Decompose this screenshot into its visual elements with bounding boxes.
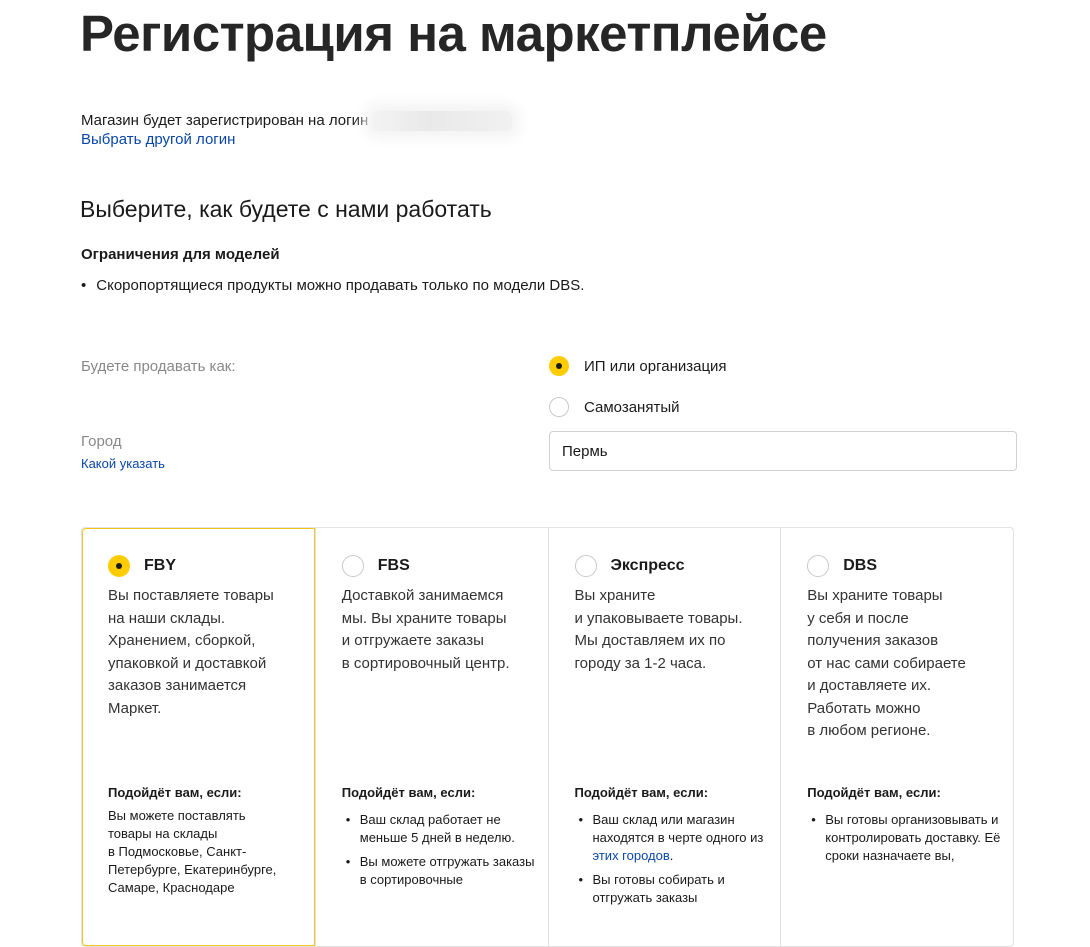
fit-title: Подойдёт вам, если:	[341, 785, 476, 800]
fit-item: Вы можете отгружать заказы в сортировочн…	[342, 853, 542, 889]
radio-empty-icon[interactable]	[341, 555, 364, 577]
radio-selected-icon[interactable]	[549, 356, 569, 376]
fit-list: Ваш склад работает не меньше 5 дней в не…	[342, 811, 542, 895]
card-header: Экспресс	[574, 555, 685, 577]
desc-line: упаковкой и доставкой	[108, 654, 267, 672]
fit-line: в Подмосковье, Санкт-	[108, 844, 247, 859]
card-header: FBY	[108, 555, 176, 577]
desc-line: Вы храните товары	[807, 587, 943, 604]
desc-line: получения заказов	[807, 632, 939, 649]
card-description: Вы храните товары у себя и после получен…	[807, 585, 1007, 743]
desc-line: в любом регионе.	[807, 722, 931, 739]
fit-list: Вы готовы организовывать и контролироват…	[807, 811, 1007, 871]
desc-line: Работать можно	[807, 699, 921, 717]
seller-option-company[interactable]: ИП или организация	[549, 356, 727, 376]
model-card-fbs[interactable]: FBS Доставкой занимаемся мы. Вы храните …	[314, 528, 548, 946]
fit-title: Подойдёт вам, если:	[807, 785, 941, 800]
page-title: Регистрация на маркетплейсе	[80, 5, 827, 62]
card-description: Вы поставляете товары на наши склады. Хр…	[108, 585, 308, 720]
fit-text: Вы можете поставлять товары на склады в …	[108, 807, 303, 897]
fit-line: Вы можете поставлять	[108, 808, 246, 823]
desc-line: Хранением, сборкой,	[108, 632, 256, 649]
cities-link[interactable]: этих городов	[593, 848, 670, 863]
model-card-express[interactable]: Экспресс Вы храните и упаковываете товар…	[547, 528, 781, 946]
city-label: Город	[81, 433, 122, 450]
desc-line: и доставляете их.	[807, 677, 932, 694]
fit-line: Самаре, Краснодаре	[108, 880, 235, 895]
fit-title: Подойдёт вам, если:	[108, 785, 242, 800]
card-model-name: Экспресс	[610, 557, 685, 574]
fit-list: Ваш склад или магазин находятся в черте …	[575, 811, 775, 913]
card-description: Вы храните и упаковываете товары. Мы дос…	[575, 585, 775, 675]
desc-line: городу за 1-2 часа.	[574, 654, 707, 672]
login-text: Магазин будет зарегистрирован на логин	[81, 111, 369, 129]
desc-line: на наши склады.	[108, 609, 226, 627]
fit-item: Ваш склад или магазин находятся в черте …	[575, 811, 775, 865]
fit-item-text: Ваш склад или магазин находятся в черте …	[592, 812, 764, 845]
card-header: DBS	[807, 555, 877, 577]
fit-line: товары на склады	[108, 826, 218, 841]
fit-item-text: .	[669, 848, 674, 863]
desc-line: в сортировочный центр.	[341, 654, 510, 672]
card-header: FBS	[341, 555, 410, 577]
restrictions-list: Скоропортящиеся продукты можно продавать…	[81, 277, 584, 294]
seller-option-label: Самозанятый	[584, 398, 680, 416]
desc-line: от нас сами собираете	[807, 654, 966, 672]
desc-line: Вы поставляете товары	[108, 587, 274, 604]
desc-line: Мы доставляем их по	[574, 632, 726, 649]
seller-option-label: ИП или организация	[584, 357, 727, 375]
work-section-title: Выберите, как будете с нами работать	[80, 196, 492, 222]
desc-line: мы. Вы храните товары	[341, 609, 507, 627]
card-description: Доставкой занимаемся мы. Вы храните това…	[342, 585, 542, 675]
card-model-name: DBS	[843, 557, 878, 574]
desc-line: и отгружаете заказы	[341, 632, 484, 649]
login-info: Магазин будет зарегистрирован на логин	[81, 111, 513, 131]
change-login-link[interactable]: Выбрать другой логин	[81, 131, 235, 148]
radio-empty-icon[interactable]	[807, 555, 830, 577]
restrictions-title: Ограничения для моделей	[81, 246, 280, 263]
card-model-name: FBS	[377, 557, 410, 574]
radio-selected-icon[interactable]	[108, 555, 130, 577]
seller-option-selfemployed[interactable]: Самозанятый	[549, 397, 680, 417]
model-card-fby[interactable]: FBY Вы поставляете товары на наши склады…	[82, 528, 315, 946]
seller-type-label: Будете продавать как:	[81, 358, 236, 375]
fit-line: Петербурге, Екатеринбурге,	[108, 862, 277, 877]
city-hint-link[interactable]: Какой указать	[81, 456, 165, 471]
city-input[interactable]	[549, 431, 1017, 471]
radio-empty-icon[interactable]	[574, 555, 597, 577]
desc-line: и упаковываете товары.	[574, 609, 743, 627]
card-model-name: FBY	[144, 557, 176, 574]
fit-title: Подойдёт вам, если:	[574, 785, 709, 800]
model-cards: FBY Вы поставляете товары на наши склады…	[81, 527, 1014, 947]
desc-line: заказов занимается	[108, 677, 247, 694]
desc-line: у себя и после	[807, 609, 909, 627]
desc-line: Вы храните	[574, 587, 656, 604]
desc-line: Маркет.	[108, 699, 162, 717]
fit-item: Ваш склад работает не меньше 5 дней в не…	[342, 811, 542, 847]
desc-line: Доставкой занимаемся	[341, 587, 504, 604]
restriction-item: Скоропортящиеся продукты можно продавать…	[81, 277, 584, 294]
radio-empty-icon[interactable]	[549, 397, 569, 417]
login-value-blurred	[372, 111, 513, 131]
model-card-dbs[interactable]: DBS Вы храните товары у себя и после пол…	[780, 528, 1013, 946]
fit-item: Вы готовы организовывать и контролироват…	[807, 811, 1007, 865]
